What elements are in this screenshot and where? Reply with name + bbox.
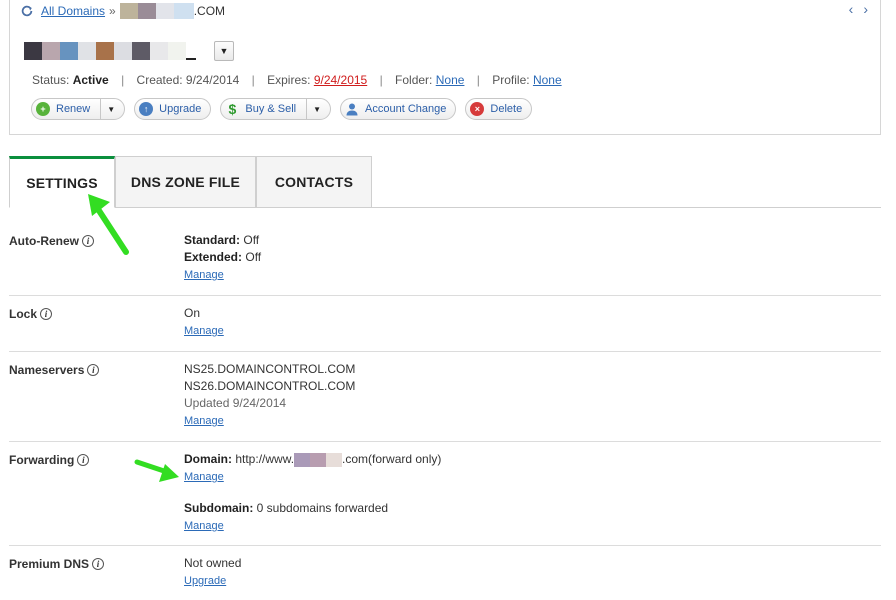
lock-manage-link[interactable]: Manage <box>184 325 224 337</box>
domain-header-panel: All Domains » .COM ‹ › ▼ Status: Active … <box>9 0 881 135</box>
forwarding-subdomain-manage-link[interactable]: Manage <box>184 520 224 532</box>
redacted-block <box>168 42 186 60</box>
delete-icon: × <box>470 102 485 116</box>
redacted-block <box>60 42 78 60</box>
plus-icon: + <box>36 102 50 116</box>
redacted-block <box>24 42 42 60</box>
folder-link[interactable]: None <box>436 73 465 87</box>
annotation-arrow-icon <box>88 194 129 255</box>
premium-dns-upgrade-link[interactable]: Upgrade <box>184 575 226 587</box>
expires-date-link[interactable]: 9/24/2015 <box>314 73 367 87</box>
forward-url-suffix: .com(forward only) <box>342 452 442 466</box>
redacted-block <box>78 42 96 60</box>
tab-dns-zone-file[interactable]: DNS ZONE FILE <box>115 156 256 208</box>
domain-nav: ‹ › <box>849 1 868 17</box>
profile-link[interactable]: None <box>533 73 562 87</box>
redacted-block <box>155 3 174 19</box>
chevron-left-icon[interactable]: ‹ <box>849 1 854 17</box>
forwarding-domain-manage-link[interactable]: Manage <box>184 471 224 483</box>
setting-row-auto-renew: Auto-Renew i Standard: Off Extended: Off… <box>9 208 881 296</box>
redacted-block <box>96 42 114 60</box>
domain-tld: .COM <box>193 4 226 18</box>
refresh-icon[interactable] <box>20 4 34 18</box>
all-domains-link[interactable]: All Domains <box>41 4 105 18</box>
setting-row-premium-dns: Premium DNS i Not owned Upgrade <box>9 546 881 600</box>
domain-meta: Status: Active | Created: 9/24/2014 | Ex… <box>32 73 562 87</box>
redacted-block <box>114 42 132 60</box>
chevron-right-icon[interactable]: › <box>863 1 868 17</box>
tab-contacts[interactable]: CONTACTS <box>256 156 372 208</box>
redacted-block <box>42 42 60 60</box>
redacted-block <box>310 452 327 467</box>
caret-down-icon[interactable]: ▼ <box>107 105 115 114</box>
nameserver-1: NS25.DOMAINCONTROL.COM <box>184 362 356 376</box>
renew-button[interactable]: + Renew ▼ <box>31 98 126 120</box>
extended-value: Off <box>245 250 262 264</box>
breadcrumb: All Domains » .COM <box>20 2 225 20</box>
redacted-block <box>186 42 196 60</box>
caret-down-icon[interactable]: ▼ <box>313 105 321 114</box>
action-toolbar: + Renew ▼ ↑ Upgrade $ Buy & Sell ▼ Accou… <box>31 98 533 120</box>
setting-row-lock: Lock i On Manage <box>9 296 881 352</box>
premium-dns-value: Not owned <box>184 556 242 570</box>
nameserver-2: NS26.DOMAINCONTROL.COM <box>184 379 356 393</box>
subdomain-value: 0 subdomains forwarded <box>256 501 389 515</box>
info-icon[interactable]: i <box>87 364 100 376</box>
arrow-up-icon: ↑ <box>139 102 154 116</box>
buy-sell-button[interactable]: $ Buy & Sell ▼ <box>220 98 332 120</box>
created-date: 9/24/2014 <box>185 73 240 87</box>
setting-row-nameservers: Nameservers i NS25.DOMAINCONTROL.COM NS2… <box>9 352 881 442</box>
info-icon[interactable]: i <box>40 308 53 320</box>
auto-renew-label: Auto-Renew <box>9 234 79 248</box>
tab-bar: SETTINGS DNS ZONE FILE CONTACTS <box>9 156 372 208</box>
redacted-block <box>132 42 150 60</box>
status-value: Active <box>72 73 109 87</box>
info-icon[interactable]: i <box>77 454 90 466</box>
user-icon <box>345 102 359 116</box>
info-icon[interactable]: i <box>92 558 105 570</box>
annotation-arrow-icon <box>134 459 179 482</box>
domain-name-redacted: ▼ <box>24 41 234 61</box>
auto-renew-manage-link[interactable]: Manage <box>184 269 224 281</box>
forwarding-label: Forwarding <box>9 453 75 467</box>
delete-button[interactable]: × Delete <box>465 98 533 120</box>
nameservers-manage-link[interactable]: Manage <box>184 415 224 427</box>
nameservers-label: Nameservers <box>9 363 85 377</box>
redacted-block <box>173 3 194 19</box>
breadcrumb-separator: » <box>109 4 116 18</box>
lock-label: Lock <box>9 307 38 321</box>
forward-url-prefix: http://www. <box>235 452 295 466</box>
redacted-block <box>137 3 156 19</box>
premium-dns-label: Premium DNS <box>9 557 90 571</box>
lock-value: On <box>184 306 201 320</box>
redacted-block <box>326 452 343 467</box>
standard-value: Off <box>243 233 260 247</box>
account-change-button[interactable]: Account Change <box>340 98 457 120</box>
nameservers-updated: Updated 9/24/2014 <box>184 396 287 410</box>
redacted-block <box>119 3 138 19</box>
caret-down-icon: ▼ <box>219 46 229 56</box>
dollar-icon: $ <box>228 101 237 117</box>
domain-dropdown-button[interactable]: ▼ <box>214 41 234 61</box>
redacted-block <box>150 42 168 60</box>
upgrade-button[interactable]: ↑ Upgrade <box>134 98 212 120</box>
redacted-block <box>294 452 311 467</box>
